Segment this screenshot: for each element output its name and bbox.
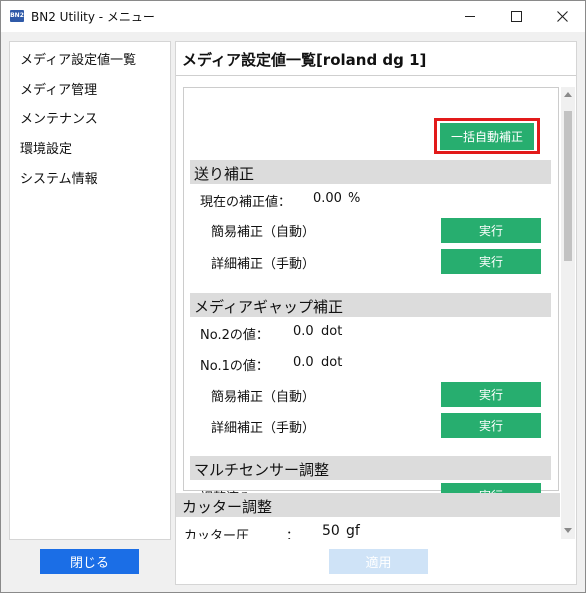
gap-detail-label: 詳細補正（手動）: [211, 421, 316, 436]
scroll-up-icon[interactable]: [564, 92, 572, 97]
feed-correction-header: 送り補正: [190, 160, 551, 184]
minimize-button[interactable]: [447, 1, 493, 32]
window-title: BN2 Utility - メニュー: [31, 10, 155, 24]
minimize-icon: [465, 16, 475, 17]
feed-current-unit: %: [348, 191, 361, 206]
page-title: メディア設定値一覧[roland dg 1]: [182, 51, 427, 69]
feed-detail-run-button[interactable]: 実行: [441, 249, 541, 274]
title-bar: BN2 BN2 Utility - メニュー: [1, 1, 585, 32]
close-window-button[interactable]: [539, 1, 585, 32]
media-gap-title: メディアギャップ補正: [194, 298, 343, 316]
gap-no1-value: 0.0: [293, 355, 314, 370]
app-icon: BN2: [10, 10, 24, 22]
title-divider: [176, 75, 576, 76]
bulk-auto-correct-button[interactable]: 一括自動補正: [440, 123, 534, 150]
scroll-down-icon[interactable]: [564, 528, 572, 533]
feed-current-value: 0.00: [313, 191, 342, 206]
gap-simple-label: 簡易補正（自動）: [211, 390, 316, 405]
feed-detail-label: 詳細補正（手動）: [211, 257, 316, 272]
feed-correction-title: 送り補正: [194, 165, 255, 183]
scroll-thumb[interactable]: [564, 111, 572, 261]
sidebar-item-media-management[interactable]: メディア管理: [20, 79, 97, 98]
close-icon: [556, 11, 568, 22]
gap-no2-value: 0.0: [293, 324, 314, 339]
cutter-adjust-header: カッター調整: [176, 493, 560, 517]
cutter-pressure-row: カッター圧 ： 50 gf: [176, 519, 560, 539]
cutter-pressure-unit: gf: [346, 523, 360, 539]
gap-no2-unit: dot: [321, 324, 343, 339]
vertical-scrollbar[interactable]: [561, 87, 575, 539]
cutter-adjust-title: カッター調整: [182, 498, 273, 516]
gap-simple-run-button[interactable]: 実行: [441, 382, 541, 407]
sidebar-nav: メディア設定値一覧 メディア管理 メンテナンス 環境設定 システム情報: [9, 41, 171, 540]
feed-current-label: 現在の補正値：: [200, 195, 292, 210]
app-window: BN2 BN2 Utility - メニュー メディア設定値一覧 メディア管理 …: [0, 0, 586, 593]
sidebar-item-maintenance[interactable]: メンテナンス: [20, 108, 98, 127]
multi-sensor-title: マルチセンサー調整: [194, 461, 330, 479]
cutter-pressure-value: 50: [322, 523, 340, 539]
sidebar-item-system-info[interactable]: システム情報: [20, 168, 98, 187]
sidebar-item-environment[interactable]: 環境設定: [20, 138, 72, 157]
main-panel: メディア設定値一覧[roland dg 1] 一括自動補正 送り補正 現在の補正…: [175, 41, 577, 585]
maximize-button[interactable]: [493, 1, 539, 32]
gap-no2-label: No.2の値：: [200, 328, 269, 343]
gap-detail-run-button[interactable]: 実行: [441, 413, 541, 438]
gap-no1-label: No.1の値：: [200, 359, 269, 374]
feed-simple-run-button[interactable]: 実行: [441, 218, 541, 243]
gap-no1-unit: dot: [321, 355, 343, 370]
sidebar-item-media-settings-list[interactable]: メディア設定値一覧: [20, 49, 136, 68]
maximize-icon: [510, 11, 522, 22]
cutter-pressure-label: カッター圧: [184, 529, 250, 539]
multi-sensor-header: マルチセンサー調整: [190, 456, 551, 480]
feed-simple-label: 簡易補正（自動）: [211, 225, 316, 240]
apply-button: 適用: [329, 549, 428, 574]
cutter-pressure-separator: ：: [286, 529, 300, 539]
media-gap-header: メディアギャップ補正: [190, 293, 551, 317]
close-button[interactable]: 閉じる: [40, 549, 139, 574]
